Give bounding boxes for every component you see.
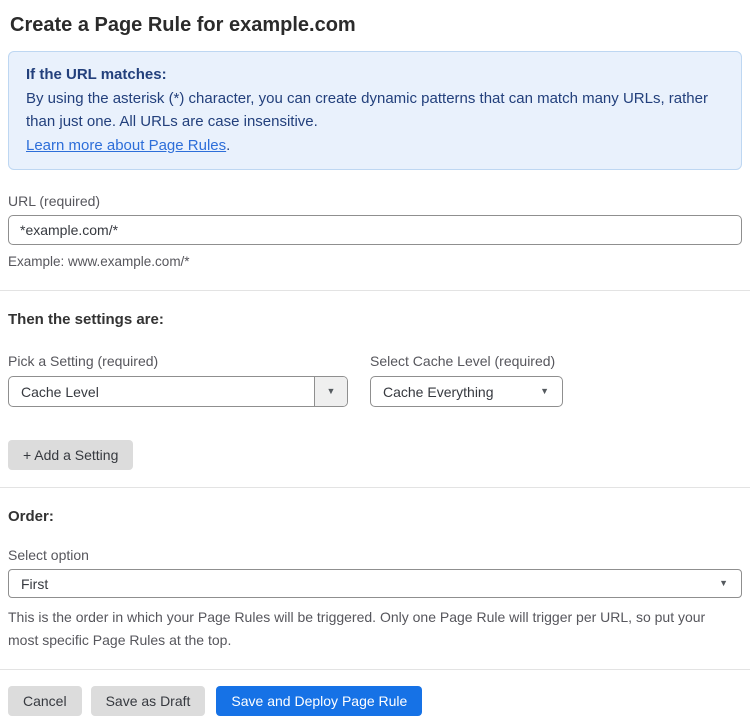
url-field-hint: Example: www.example.com/* [8, 254, 190, 269]
caret-down-icon: ▼ [540, 386, 549, 396]
pick-setting-arrow-box[interactable]: ▼ [314, 377, 347, 406]
order-dropdown[interactable]: First ▼ [8, 569, 742, 598]
order-section-heading: Order: [8, 508, 54, 525]
page-title: Create a Page Rule for example.com [10, 14, 356, 36]
pick-setting-value: Cache Level [21, 383, 99, 400]
divider [0, 669, 750, 670]
order-hint: This is the order in which your Page Rul… [8, 609, 706, 648]
cache-level-value: Cache Everything [383, 383, 494, 400]
create-page-rule-panel: Create a Page Rule for example.com If th… [0, 12, 750, 716]
settings-section-heading: Then the settings are: [8, 311, 164, 328]
info-box-body-text: By using the asterisk (*) character, you… [26, 89, 708, 131]
settings-fields-row: Pick a Setting (required) Cache Level ▼ … [8, 353, 742, 407]
order-select-label: Select option [8, 547, 89, 563]
link-suffix: . [226, 136, 231, 154]
caret-down-icon: ▼ [326, 386, 336, 396]
info-box-link-line: Learn more about Page Rules. [26, 134, 724, 158]
pick-setting-dropdown[interactable]: Cache Level ▼ [8, 376, 348, 407]
divider [0, 290, 750, 291]
caret-down-icon: ▼ [719, 578, 728, 588]
info-box-heading: If the URL matches: [26, 66, 167, 83]
pick-setting-label: Pick a Setting (required) [8, 353, 159, 369]
info-box-body: By using the asterisk (*) character, you… [26, 87, 724, 134]
learn-more-link[interactable]: Learn more about Page Rules [26, 137, 226, 154]
cache-level-label: Select Cache Level (required) [370, 353, 556, 369]
url-field-group: URL (required) Example: www.example.com/… [8, 193, 742, 273]
pick-setting-group: Pick a Setting (required) Cache Level ▼ [8, 353, 348, 407]
url-input[interactable] [8, 215, 742, 245]
order-value: First [21, 575, 49, 592]
cache-level-dropdown[interactable]: Cache Everything ▼ [370, 376, 563, 407]
cache-level-group: Select Cache Level (required) Cache Ever… [370, 353, 563, 407]
url-field-label: URL (required) [8, 193, 101, 209]
divider [0, 487, 750, 488]
add-setting-button[interactable]: + Add a Setting [8, 440, 134, 470]
url-matches-info-box: If the URL matches: By using the asteris… [8, 51, 742, 170]
